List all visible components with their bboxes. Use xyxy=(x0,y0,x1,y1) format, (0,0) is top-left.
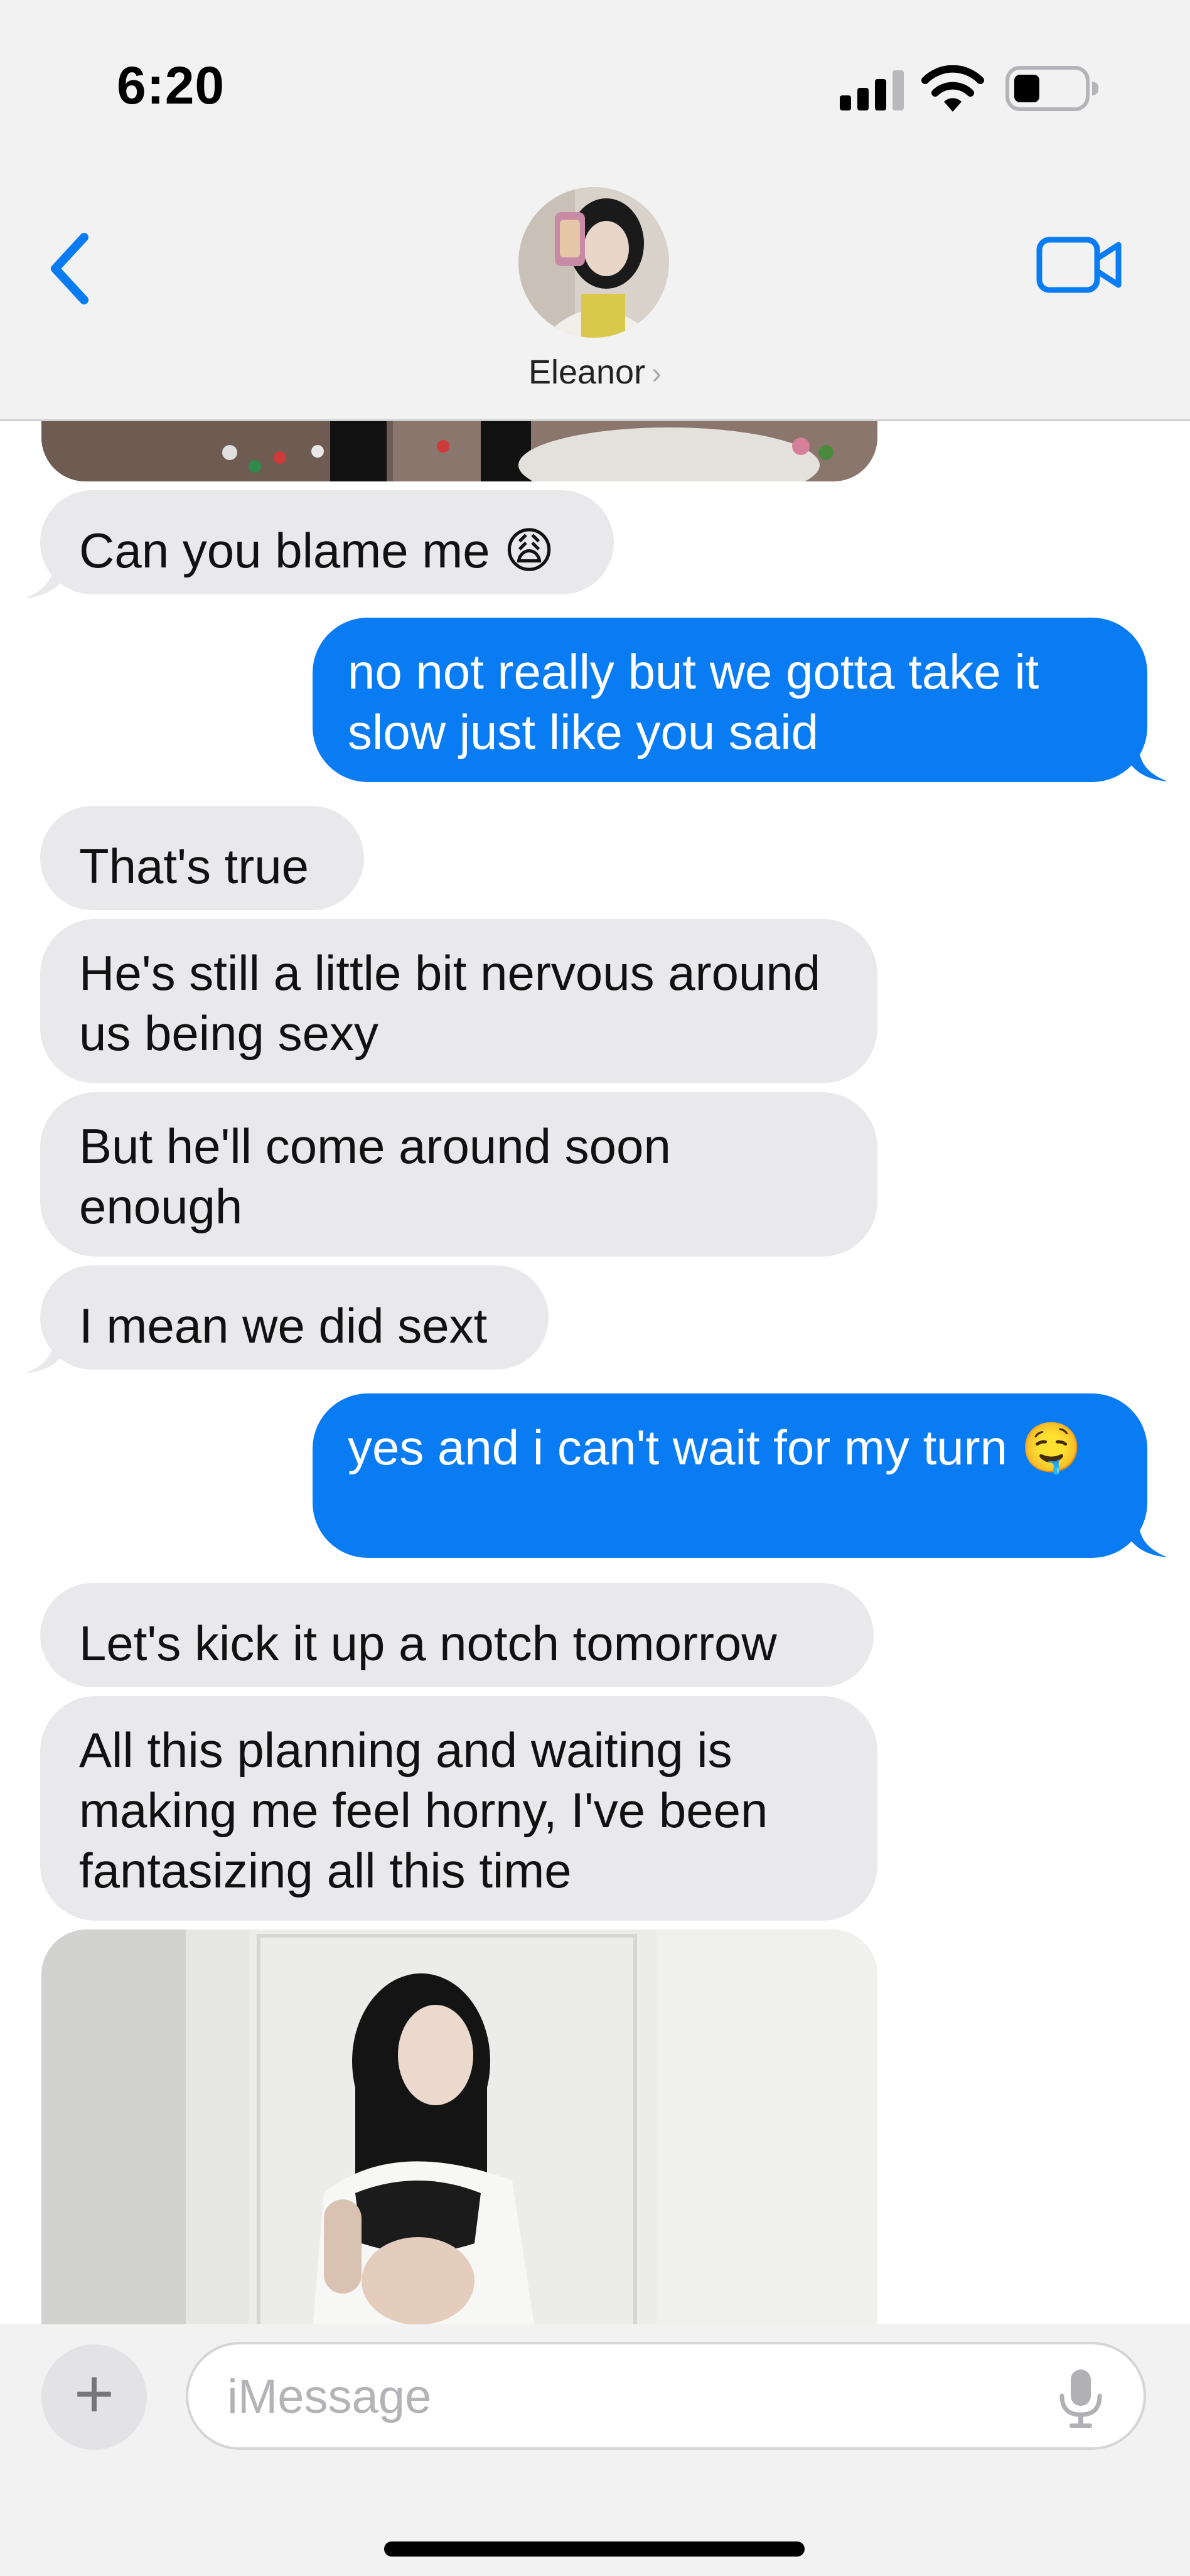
video-camera-icon[interactable] xyxy=(1036,231,1123,299)
incoming-message[interactable]: Can you blame me 😩 xyxy=(40,490,614,594)
message-text: That's true xyxy=(79,839,309,894)
bubble-tail xyxy=(1123,1518,1167,1557)
contact-name-button[interactable]: Eleanor › xyxy=(0,353,1190,392)
message-field-container[interactable] xyxy=(186,2342,1146,2450)
message-text: All this planning and waiting is making … xyxy=(79,1722,768,1898)
conversation-header: Eleanor › xyxy=(0,157,1190,421)
plus-icon: + xyxy=(73,2355,115,2432)
message-text: no not really but we gotta take it slow … xyxy=(348,644,1039,759)
status-time: 6:20 xyxy=(117,56,225,115)
message-image[interactable] xyxy=(41,421,877,481)
message-text: Can you blame me 😩 xyxy=(79,523,555,578)
cellular-signal-icon xyxy=(840,70,904,110)
message-text: But he'll come around soon enough xyxy=(79,1119,671,1234)
incoming-message[interactable]: That's true xyxy=(40,806,364,910)
message-text: Let's kick it up a notch tomorrow xyxy=(79,1616,777,1671)
chevron-right-icon: › xyxy=(651,357,662,390)
microphone-icon[interactable] xyxy=(1057,2368,1105,2428)
message-thread[interactable]: Can you blame me 😩 no not really but we … xyxy=(0,421,1190,2324)
home-indicator[interactable] xyxy=(384,2541,805,2557)
outgoing-message[interactable]: yes and i can't wait for my turn 🤤 xyxy=(313,1393,1147,1558)
bubble-tail xyxy=(25,1334,69,1373)
incoming-message[interactable]: He's still a little bit nervous around u… xyxy=(40,919,877,1083)
message-text: yes and i can't wait for my turn 🤤 xyxy=(348,1420,1082,1475)
incoming-message[interactable]: But he'll come around soon enough xyxy=(40,1092,877,1257)
incoming-message[interactable]: Let's kick it up a notch tomorrow xyxy=(40,1583,874,1687)
incoming-message[interactable]: All this planning and waiting is making … xyxy=(40,1696,877,1921)
contact-name: Eleanor xyxy=(528,353,646,391)
wifi-icon xyxy=(921,65,984,112)
composer-bar: + xyxy=(0,2324,1190,2576)
status-bar: 6:20 xyxy=(0,0,1190,157)
bubble-tail xyxy=(25,559,69,598)
message-text: He's still a little bit nervous around u… xyxy=(79,945,821,1061)
incoming-message[interactable]: I mean we did sext xyxy=(40,1265,549,1370)
battery-icon xyxy=(1005,66,1098,111)
avatar[interactable] xyxy=(518,187,669,338)
message-input[interactable] xyxy=(226,2364,1044,2428)
message-text: I mean we did sext xyxy=(79,1298,488,1353)
bubble-tail xyxy=(1123,743,1167,781)
outgoing-message[interactable]: no not really but we gotta take it slow … xyxy=(313,618,1147,782)
add-attachment-button[interactable]: + xyxy=(41,2344,147,2450)
chevron-left-icon[interactable] xyxy=(45,231,95,306)
message-image[interactable] xyxy=(41,1929,877,2324)
